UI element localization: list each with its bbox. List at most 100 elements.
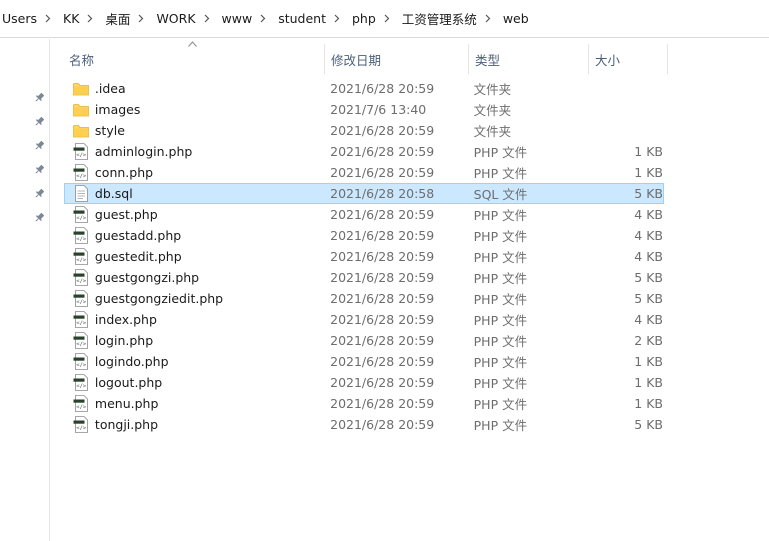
pin-icon[interactable]	[33, 115, 45, 127]
file-name: tongji.php	[94, 417, 159, 432]
file-row[interactable]: </> logindo.php 2021/6/28 20:59 PHP 文件 1 KB	[64, 351, 664, 372]
breadcrumb-label: www	[221, 11, 253, 26]
php-file-icon: </>	[70, 395, 92, 413]
file-size: 4 KB	[634, 312, 663, 327]
breadcrumb-item[interactable]: Users	[0, 0, 41, 37]
file-size: 5 KB	[634, 186, 663, 201]
file-size: 4 KB	[634, 228, 663, 243]
file-modified-date: 2021/6/28 20:59	[330, 228, 435, 243]
folder-icon	[70, 80, 92, 98]
breadcrumb-item[interactable]: student	[270, 0, 330, 37]
file-size: 1 KB	[634, 165, 663, 180]
svg-text:</>: </>	[76, 384, 87, 390]
file-modified-date: 2021/6/28 20:59	[330, 375, 435, 390]
file-name: db.sql	[94, 186, 133, 201]
file-row[interactable]: </> conn.php 2021/6/28 20:59 PHP 文件 1 KB	[64, 162, 664, 183]
file-name: guestedit.php	[94, 249, 182, 264]
breadcrumb-item[interactable]: 桌面	[97, 0, 134, 37]
chevron-right-icon[interactable]	[481, 0, 495, 37]
file-name: adminlogin.php	[94, 144, 193, 159]
file-name: images	[94, 102, 141, 117]
pin-icon[interactable]	[33, 91, 45, 103]
pin-icon[interactable]	[33, 211, 45, 223]
column-header-size[interactable]: 大小	[588, 44, 668, 74]
breadcrumb-label: Users	[2, 11, 38, 26]
file-type: PHP 文件	[473, 313, 528, 328]
column-header-name[interactable]: 名称	[64, 44, 324, 74]
file-row[interactable]: </> guestgongziedit.php 2021/6/28 20:59 PHP…	[64, 288, 664, 309]
file-type: PHP 文件	[473, 250, 528, 265]
chevron-right-icon[interactable]	[41, 0, 55, 37]
chevron-right-icon[interactable]	[256, 0, 270, 37]
file-name: index.php	[94, 312, 157, 327]
svg-text:</>: </>	[76, 426, 87, 432]
address-bar[interactable]: Users KK 桌面 WORK www student php 工资管理系统 web	[0, 0, 769, 38]
file-size: 1 KB	[634, 396, 663, 411]
file-name: login.php	[94, 333, 154, 348]
file-row[interactable]: style 2021/6/28 20:59 文件夹	[64, 120, 664, 141]
file-name: .idea	[94, 81, 126, 96]
file-modified-date: 2021/6/28 20:59	[330, 123, 435, 138]
svg-text:</>: </>	[76, 363, 87, 369]
file-name: style	[94, 123, 125, 138]
file-modified-date: 2021/6/28 20:59	[330, 207, 435, 222]
file-size: 1 KB	[634, 144, 663, 159]
breadcrumb-item[interactable]: www	[214, 0, 257, 37]
folder-icon	[70, 122, 92, 140]
chevron-right-icon[interactable]	[83, 0, 97, 37]
file-size: 5 KB	[634, 270, 663, 285]
file-list: .idea 2021/6/28 20:59 文件夹 images 2021/7/6 13…	[64, 78, 664, 435]
breadcrumb-item[interactable]: php	[344, 0, 380, 37]
file-type: PHP 文件	[473, 418, 528, 433]
file-row[interactable]: </> logout.php 2021/6/28 20:59 PHP 文件 1 KB	[64, 372, 664, 393]
file-type: 文件夹	[473, 124, 512, 139]
column-header-row: 名称 修改日期 类型 大小	[64, 41, 668, 74]
file-row[interactable]: </> login.php 2021/6/28 20:59 PHP 文件 2 KB	[64, 330, 664, 351]
file-row[interactable]: </> menu.php 2021/6/28 20:59 PHP 文件 1 KB	[64, 393, 664, 414]
file-type: 文件夹	[473, 82, 512, 97]
column-header-type[interactable]: 类型	[468, 44, 588, 74]
php-file-icon: </>	[70, 416, 92, 434]
php-file-icon: </>	[70, 290, 92, 308]
file-modified-date: 2021/6/28 20:59	[330, 81, 435, 96]
sql-file-icon	[70, 185, 92, 203]
file-row[interactable]: </> guestgongzi.php 2021/6/28 20:59 PHP 文件 5…	[64, 267, 664, 288]
breadcrumb-item[interactable]: KK	[55, 0, 83, 37]
svg-text:</>: </>	[76, 279, 87, 285]
chevron-right-icon[interactable]	[330, 0, 344, 37]
file-row[interactable]: </> guestedit.php 2021/6/28 20:59 PHP 文件 4 K…	[64, 246, 664, 267]
svg-text:</>: </>	[76, 216, 87, 222]
file-name: guestgongzi.php	[94, 270, 200, 285]
chevron-right-icon[interactable]	[200, 0, 214, 37]
file-size: 4 KB	[634, 207, 663, 222]
file-type: PHP 文件	[473, 271, 528, 286]
breadcrumb-label: 工资管理系统	[401, 12, 477, 27]
file-type: SQL 文件	[473, 187, 528, 202]
breadcrumb-label: student	[278, 11, 326, 26]
breadcrumb-item[interactable]: 工资管理系统	[394, 0, 481, 37]
file-modified-date: 2021/6/28 20:59	[330, 396, 435, 411]
php-file-icon: </>	[70, 311, 92, 329]
file-type: PHP 文件	[473, 355, 528, 370]
file-size: 5 KB	[634, 291, 663, 306]
file-row[interactable]: images 2021/7/6 13:40 文件夹	[64, 99, 664, 120]
file-row[interactable]: </> index.php 2021/6/28 20:59 PHP 文件 4 KB	[64, 309, 664, 330]
pin-icon[interactable]	[33, 187, 45, 199]
chevron-right-icon[interactable]	[380, 0, 394, 37]
file-row[interactable]: db.sql 2021/6/28 20:58 SQL 文件 5 KB	[64, 183, 664, 204]
file-name: guestadd.php	[94, 228, 182, 243]
chevron-right-icon[interactable]	[134, 0, 148, 37]
php-file-icon: </>	[70, 374, 92, 392]
file-row[interactable]: .idea 2021/6/28 20:59 文件夹	[64, 78, 664, 99]
breadcrumb-item[interactable]: web	[495, 0, 533, 37]
file-modified-date: 2021/6/28 20:59	[330, 249, 435, 264]
file-row[interactable]: </> guest.php 2021/6/28 20:59 PHP 文件 4 KB	[64, 204, 664, 225]
svg-text:</>: </>	[76, 237, 87, 243]
file-row[interactable]: </> adminlogin.php 2021/6/28 20:59 PHP 文件 1 …	[64, 141, 664, 162]
pin-icon[interactable]	[33, 163, 45, 175]
breadcrumb-item[interactable]: WORK	[148, 0, 199, 37]
file-row[interactable]: </> guestadd.php 2021/6/28 20:59 PHP 文件 4 KB	[64, 225, 664, 246]
pin-icon[interactable]	[33, 139, 45, 151]
column-header-date[interactable]: 修改日期	[324, 44, 468, 74]
file-row[interactable]: </> tongji.php 2021/6/28 20:59 PHP 文件 5 KB	[64, 414, 664, 435]
